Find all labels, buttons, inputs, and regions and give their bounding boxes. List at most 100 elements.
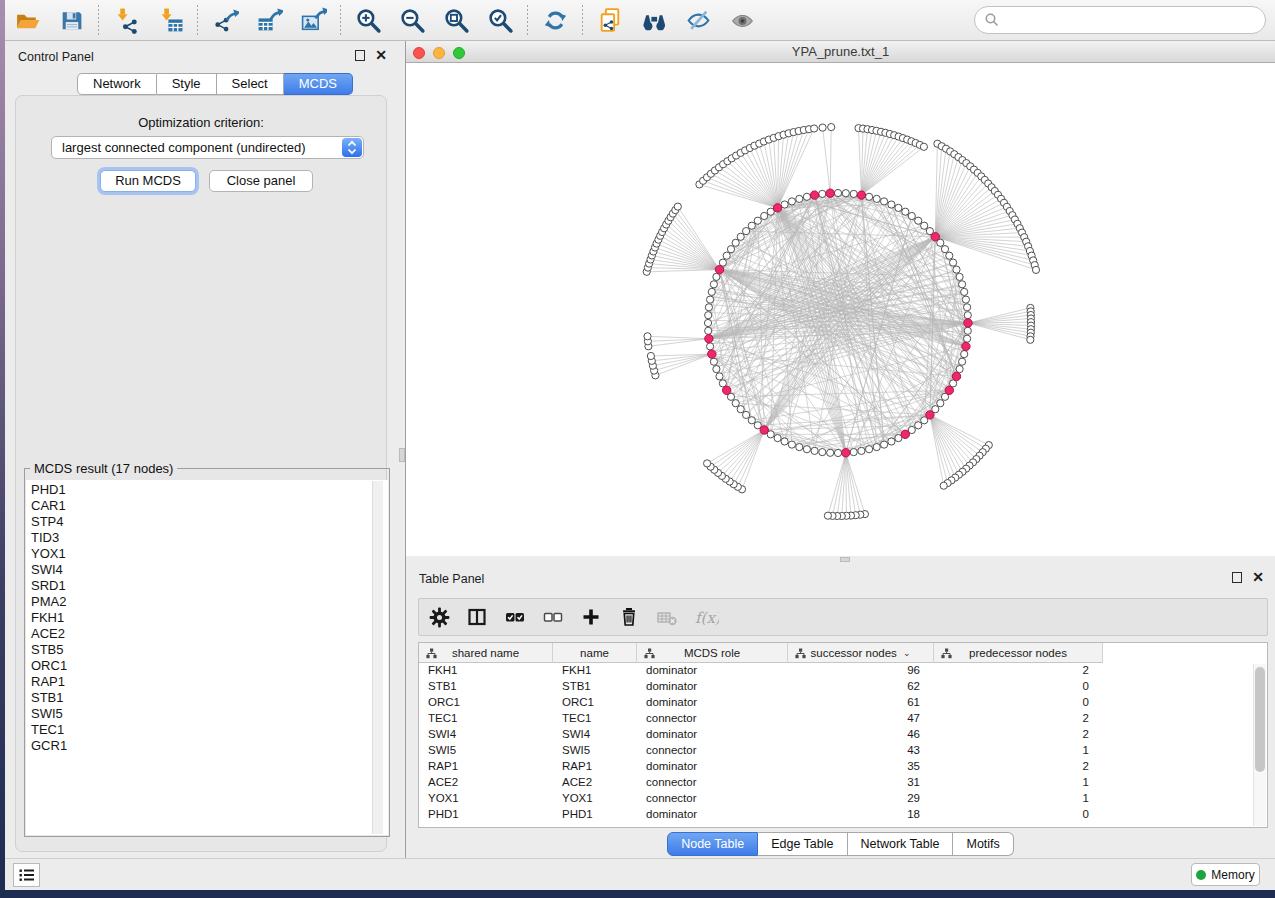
import-table-icon[interactable] [157, 7, 184, 34]
table-row[interactable]: SWI5SWI5connector431 [419, 744, 1267, 760]
task-history-button[interactable] [13, 863, 40, 887]
gear-icon[interactable] [429, 607, 453, 627]
window-minimize-button[interactable] [433, 47, 445, 59]
result-node[interactable]: GCR1 [31, 738, 388, 754]
column-header-predecessor-nodes[interactable]: predecessor nodes [934, 643, 1103, 663]
result-node[interactable]: YOX1 [31, 546, 388, 562]
table-row[interactable]: YOX1YOX1connector291 [419, 792, 1267, 808]
float-panel-icon[interactable] [355, 50, 365, 61]
tab-network-table[interactable]: Network Table [848, 832, 954, 856]
mcds-result-list[interactable]: PHD1CAR1STP4TID3YOX1SWI4SRD1PMA2FKH1ACE2… [26, 480, 388, 835]
column-header-successor-nodes[interactable]: successor nodes⌄ [788, 643, 934, 663]
column-chooser-icon[interactable] [467, 607, 491, 627]
export-network-icon[interactable] [212, 7, 239, 34]
result-node[interactable]: FKH1 [31, 610, 388, 626]
column-header-name[interactable]: name [553, 643, 637, 663]
duplicate-network-icon[interactable] [597, 7, 624, 34]
close-panel-button[interactable]: Close panel [209, 170, 313, 192]
result-node[interactable]: SWI5 [31, 706, 388, 722]
tab-node-table[interactable]: Node Table [667, 832, 758, 856]
horizontal-splitter[interactable] [406, 556, 1275, 563]
tab-network[interactable]: Network [77, 73, 157, 95]
optimization-criterion-select[interactable]: largest connected component (undirected) [51, 136, 364, 159]
status-bar: Memory [5, 858, 1275, 890]
cell-shared-name: ORC1 [419, 696, 553, 712]
zoom-fit-icon[interactable] [443, 7, 470, 34]
result-node[interactable]: SWI4 [31, 562, 388, 578]
zoom-in-icon[interactable] [355, 7, 382, 34]
import-network-icon[interactable] [113, 7, 140, 34]
cell-MCDS-role: dominator [637, 728, 788, 744]
table-row[interactable]: STB1STB1dominator620 [419, 680, 1267, 696]
result-node[interactable]: ACE2 [31, 626, 388, 642]
memory-button[interactable]: Memory [1191, 863, 1260, 886]
result-node[interactable]: ORC1 [31, 658, 388, 674]
tab-mcds[interactable]: MCDS [284, 73, 353, 95]
result-node[interactable]: TID3 [31, 530, 388, 546]
column-header-MCDS-role[interactable]: MCDS role [637, 643, 788, 663]
dropdown-spinner-icon [342, 138, 362, 157]
tab-motifs[interactable]: Motifs [953, 832, 1013, 856]
unselect-all-icon[interactable] [543, 607, 567, 627]
result-node[interactable]: TEC1 [31, 722, 388, 738]
cell-predecessor-nodes: 0 [934, 696, 1103, 712]
table-row[interactable]: PHD1PHD1dominator180 [419, 808, 1267, 824]
result-node[interactable]: PHD1 [31, 482, 388, 498]
run-mcds-button[interactable]: Run MCDS [100, 170, 196, 192]
cell-MCDS-role: dominator [637, 680, 788, 696]
tab-edge-table[interactable]: Edge Table [758, 832, 847, 856]
table-scrollbar[interactable] [1255, 667, 1265, 772]
result-node[interactable]: STB5 [31, 642, 388, 658]
search-input[interactable] [974, 6, 1266, 34]
birds-eye-view-icon[interactable] [729, 7, 756, 34]
export-table-icon[interactable] [256, 7, 283, 34]
cell-predecessor-nodes: 2 [934, 760, 1103, 776]
select-all-icon[interactable] [505, 607, 529, 627]
open-icon[interactable] [14, 7, 41, 34]
window-close-button[interactable] [413, 47, 425, 59]
window-zoom-button[interactable] [453, 47, 465, 59]
table-row[interactable]: ORC1ORC1dominator610 [419, 696, 1267, 712]
table-row[interactable]: TEC1TEC1connector472 [419, 712, 1267, 728]
hide-graphics-details-icon[interactable] [685, 7, 712, 34]
cell-shared-name: PHD1 [419, 808, 553, 824]
delete-column-icon[interactable] [619, 607, 643, 627]
result-node[interactable]: STB1 [31, 690, 388, 706]
cell-name: SWI5 [553, 744, 637, 760]
zoom-out-icon[interactable] [399, 7, 426, 34]
zoom-selected-icon[interactable] [487, 7, 514, 34]
tab-select[interactable]: Select [217, 73, 284, 95]
float-table-panel-icon[interactable] [1232, 572, 1242, 583]
network-window-titlebar[interactable]: YPA_prune.txt_1 [406, 41, 1275, 63]
network-canvas[interactable] [406, 63, 1275, 556]
save-icon[interactable] [58, 7, 85, 34]
result-scrollbar[interactable] [372, 481, 383, 834]
table-scrollbar-track[interactable] [1253, 664, 1266, 826]
network-graph[interactable] [406, 63, 1275, 556]
table-row[interactable]: ACE2ACE2connector311 [419, 776, 1267, 792]
cell-predecessor-nodes: 1 [934, 792, 1103, 808]
control-panel: Control Panel ✕ NetworkStyleSelectMCDS O… [5, 41, 398, 858]
table-row[interactable]: FKH1FKH1dominator962 [419, 664, 1267, 680]
toolbar-separator [527, 5, 528, 35]
export-image-icon[interactable] [300, 7, 327, 34]
result-node[interactable]: STP4 [31, 514, 388, 530]
cell-name: ACE2 [553, 776, 637, 792]
cell-shared-name: YOX1 [419, 792, 553, 808]
cell-predecessor-nodes: 2 [934, 664, 1103, 680]
column-header-shared-name[interactable]: shared name [419, 643, 553, 663]
vertical-splitter[interactable] [398, 41, 406, 858]
close-panel-icon[interactable]: ✕ [375, 50, 387, 61]
result-node[interactable]: SRD1 [31, 578, 388, 594]
add-column-icon[interactable] [581, 607, 605, 627]
cell-MCDS-role: connector [637, 776, 788, 792]
tab-style[interactable]: Style [157, 73, 217, 95]
table-row[interactable]: SWI4SWI4dominator462 [419, 728, 1267, 744]
table-row[interactable]: RAP1RAP1dominator352 [419, 760, 1267, 776]
close-table-panel-icon[interactable]: ✕ [1252, 572, 1264, 583]
result-node[interactable]: CAR1 [31, 498, 388, 514]
search-networks-icon[interactable] [641, 7, 668, 34]
result-node[interactable]: PMA2 [31, 594, 388, 610]
refresh-icon[interactable] [542, 7, 569, 34]
result-node[interactable]: RAP1 [31, 674, 388, 690]
